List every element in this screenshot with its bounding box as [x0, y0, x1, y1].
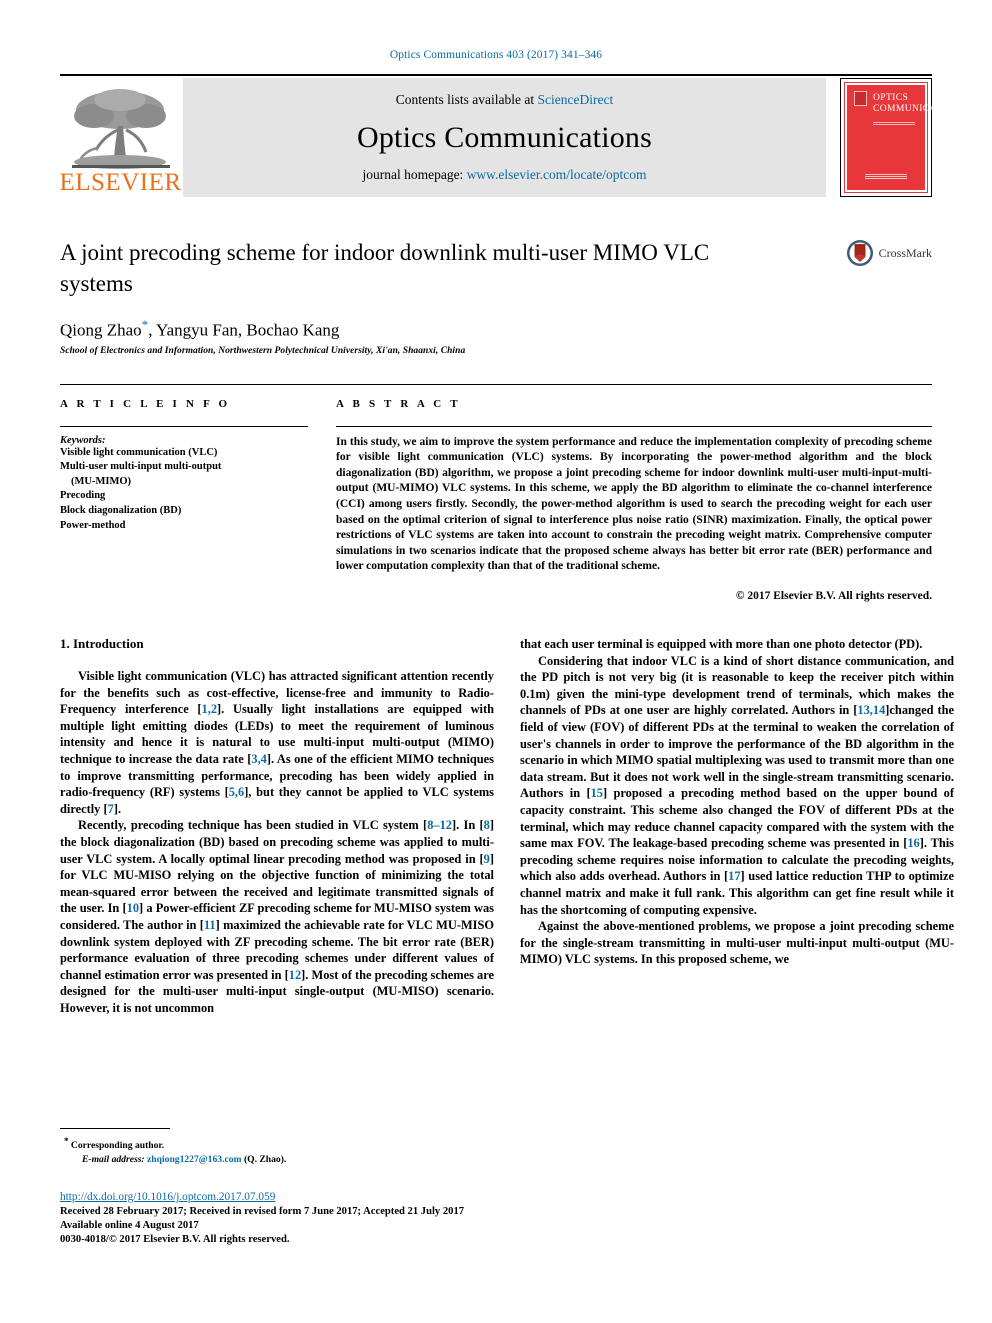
- sciencedirect-link[interactable]: ScienceDirect: [538, 92, 614, 107]
- page-title: A joint precoding scheme for indoor down…: [60, 240, 710, 296]
- abstract-text: In this study, we aim to improve the sys…: [336, 435, 932, 573]
- journal-masthead: ELSEVIER Contents lists available at Sci…: [59, 74, 966, 197]
- paragraph: Considering that indoor VLC is a kind of…: [520, 653, 954, 917]
- body-columns: 1. Introduction Visible light communicat…: [60, 636, 954, 1016]
- contents-line: Contents lists available at ScienceDirec…: [396, 92, 613, 108]
- citation-ref[interactable]: 1,2: [202, 702, 218, 716]
- received-dates: Received 28 February 2017; Received in r…: [60, 1206, 465, 1217]
- available-online: Available online 4 August 2017: [60, 1220, 199, 1232]
- citation-ref[interactable]: 11: [204, 918, 216, 932]
- info-abstract-block: A R T I C L E I N F O Keywords: Visible …: [60, 383, 932, 602]
- citation-ref[interactable]: 12: [289, 968, 301, 982]
- paper-page: Optics Communications 403 (2017) 341–346…: [0, 0, 992, 1323]
- author-primary: Qiong Zhao: [60, 320, 142, 340]
- cover-footer-rule: [865, 174, 907, 180]
- paragraph: Against the above-mentioned problems, we…: [520, 919, 954, 967]
- citation-ref[interactable]: 13,14: [857, 703, 885, 717]
- citation-ref[interactable]: 15: [591, 786, 603, 800]
- corresponding-author-text: Corresponding author.: [70, 1140, 165, 1152]
- citation-ref[interactable]: 16: [907, 836, 919, 850]
- left-column: 1. Introduction Visible light communicat…: [60, 636, 494, 1016]
- homepage-prefix: journal homepage:: [362, 167, 467, 182]
- author-others: , Yangyu Fan, Bochao Kang: [148, 320, 340, 340]
- citation-ref[interactable]: 9: [484, 852, 490, 866]
- abstract-heading: A B S T R A C T: [336, 397, 461, 410]
- citation-ref[interactable]: 3,4: [251, 752, 267, 766]
- email-suffix: (Q. Zhao).: [243, 1153, 287, 1165]
- homepage-line: journal homepage: www.elsevier.com/locat…: [362, 167, 646, 183]
- citation-ref[interactable]: 5,6: [229, 785, 245, 799]
- footer-block: http://dx.doi.org/10.1016/j.optcom.2017.…: [60, 1190, 660, 1248]
- citation-ref[interactable]: 8–12: [427, 818, 452, 832]
- paragraph: Recently, precoding technique has been s…: [60, 818, 495, 1015]
- keyword-item: Block diagonalization (BD): [60, 505, 182, 517]
- issn-copyright-text: 0030-4018/© 2017 Elsevier B.V. All right…: [60, 1234, 290, 1246]
- elsevier-wordmark: ELSEVIER: [59, 169, 182, 196]
- keyword-item: (MU-MIMO): [71, 475, 132, 487]
- keyword-item: Multi-user multi-input multi-output: [60, 461, 222, 473]
- issn-copyright: 0030-4018/© 2017 Elsevier B.V. All right…: [60, 1233, 660, 1247]
- article-info-divider: [60, 425, 308, 427]
- crossmark-icon: [846, 240, 873, 266]
- cover-title-line2: COMMUNICATIONS: [873, 104, 966, 114]
- keywords-list: Visible light communication (VLC) Multi-…: [60, 446, 308, 534]
- abstract-divider: [336, 425, 932, 427]
- cover-title-line1: OPTICS: [873, 93, 909, 103]
- crossmark-label: CrossMark: [878, 245, 932, 260]
- email-note: E-mail address: zhqiong1227@163.com (Q. …: [60, 1153, 494, 1166]
- contents-prefix: Contents lists available at: [395, 92, 538, 107]
- email-link[interactable]: zhqiong1227@163.com: [147, 1154, 241, 1165]
- abstract-column: A B S T R A C T In this study, we aim to…: [336, 398, 932, 602]
- article-info-column: A R T I C L E I N F O Keywords: Visible …: [60, 398, 308, 602]
- keyword-item: Visible light communication (VLC): [60, 446, 218, 458]
- citation-ref[interactable]: 7: [108, 802, 114, 816]
- journal-band: Contents lists available at ScienceDirec…: [183, 78, 826, 197]
- cover-subtitle-rule: [873, 122, 915, 126]
- author-list: Qiong Zhao*, Yangyu Fan, Bochao Kang: [60, 317, 932, 341]
- abstract-copyright: © 2017 Elsevier B.V. All rights reserved…: [735, 590, 932, 602]
- doi-link[interactable]: http://dx.doi.org/10.1016/j.optcom.2017.…: [60, 1190, 660, 1205]
- journal-title: Optics Communications: [356, 120, 652, 154]
- corresponding-author-note: * Corresponding author.: [60, 1135, 494, 1153]
- cover-publisher-mark-icon: [854, 91, 867, 106]
- footnote-rule: [60, 1128, 170, 1129]
- keywords-label: Keywords:: [60, 434, 106, 446]
- title-area: A joint precoding scheme for indoor down…: [60, 237, 932, 356]
- citation-ref[interactable]: 10: [127, 901, 139, 915]
- email-label: E-mail address:: [82, 1153, 145, 1165]
- cover-title: OPTICS COMMUNICATIONS: [873, 93, 966, 115]
- paragraph: that each user terminal is equipped with…: [520, 637, 923, 651]
- citation-ref[interactable]: 17: [728, 869, 740, 883]
- affiliation: School of Electronics and Information, N…: [60, 345, 466, 356]
- crossmark-badge[interactable]: CrossMark: [846, 239, 932, 267]
- elsevier-tree-icon: [71, 89, 170, 169]
- citation-ref[interactable]: 8: [484, 818, 490, 832]
- journal-cover-thumbnail: OPTICS COMMUNICATIONS: [840, 78, 966, 197]
- footnote-block: * Corresponding author. E-mail address: …: [60, 1128, 494, 1166]
- keyword-item: Precoding: [60, 490, 106, 502]
- cover-inner: OPTICS COMMUNICATIONS: [844, 82, 966, 193]
- section-title-introduction: 1. Introduction: [60, 636, 144, 651]
- footnote-star-marker: *: [64, 1136, 69, 1146]
- paragraph: Visible light communication (VLC) has at…: [60, 669, 494, 816]
- running-head: Optics Communications 403 (2017) 341–346: [389, 49, 603, 61]
- article-info-heading: A R T I C L E I N F O: [60, 397, 231, 410]
- right-column: that each user terminal is equipped with…: [520, 636, 954, 1016]
- keyword-item: Power-method: [60, 519, 126, 531]
- journal-homepage-link[interactable]: www.elsevier.com/locate/optcom: [467, 167, 647, 182]
- elsevier-logo: ELSEVIER: [59, 78, 182, 197]
